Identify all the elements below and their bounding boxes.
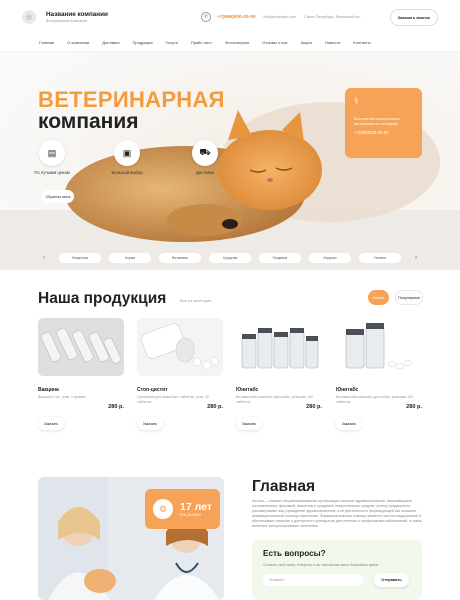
product-card[interactable]: Вакцина Вакцина 1 мл, упак. 1 флакон 280… [38, 318, 124, 430]
chevron-right-icon[interactable]: › [415, 255, 417, 261]
product-price: 280 р. [406, 404, 422, 410]
chevron-left-icon[interactable]: ‹ [43, 255, 45, 261]
header: ◎ Название компании Ветеринарная Компани… [0, 0, 460, 34]
consultation-phone[interactable]: +7(999)000-00-00 [354, 130, 413, 135]
experience-label: На рынке [180, 512, 202, 518]
order-button[interactable]: Заказать [236, 417, 262, 430]
feature-delivery: ⛟ Доставка [181, 140, 229, 175]
product-name[interactable]: Юнитабс [336, 387, 422, 393]
truck-icon: ⛟ [192, 140, 218, 166]
category-item[interactable]: Лекарства [59, 253, 101, 263]
nav-item-contacts[interactable]: Контакты [353, 40, 370, 45]
product-image[interactable] [137, 318, 223, 376]
category-item[interactable]: Пищевые [259, 253, 301, 263]
product-price: 280 р. [306, 404, 322, 410]
product-desc: Вакцина 1 мл, упак. 1 флакон [38, 395, 87, 399]
consultation-text: Бесплатная консультация ветеринара по те… [354, 117, 400, 127]
question-form: Есть вопросы? Оставьте свой номер телефо… [252, 540, 422, 600]
product-desc: Витаминный комплекс для собак, упаковка … [336, 395, 413, 404]
stethoscope-icon: ⚕ [354, 96, 359, 106]
brand: Название компании Ветеринарная Компания [46, 11, 186, 23]
experience-years: 17 лет [180, 500, 212, 513]
nav-item-products[interactable]: Продукция [132, 40, 152, 45]
product-card[interactable]: Юнитабс Витаминный комплекс для собак, у… [336, 318, 422, 430]
box-icon: ▣ [114, 140, 140, 166]
nav-item-home[interactable]: Главная [39, 40, 54, 45]
tab-new[interactable]: Новые [368, 290, 389, 305]
nav-item-price[interactable]: Прайс-лист [191, 40, 212, 45]
product-price: 280 р. [108, 404, 124, 410]
products-title: Наша продукция [38, 290, 167, 307]
products-all-link[interactable]: Все из категории [180, 298, 211, 303]
nav-item-about[interactable]: О компании [67, 40, 89, 45]
order-button[interactable]: Заказать [336, 417, 362, 430]
phone-icon: ✆ [201, 12, 211, 22]
about-text: Аптека — первая специализированная орган… [252, 499, 422, 529]
phone-input[interactable]: Телефон* [263, 574, 363, 586]
product-image[interactable] [38, 318, 124, 376]
feature-label: По лучшим ценам [34, 170, 70, 175]
category-bar: ‹ Лекарства Корма Витамины Средства Пище… [0, 249, 460, 267]
question-title: Есть вопросы? [263, 549, 326, 558]
feature-choice: ▣ Большой выбор [103, 140, 151, 175]
company-subtitle: Ветеринарная Компания [46, 19, 88, 23]
product-price: 280 р. [207, 404, 223, 410]
page: ◎ Название компании Ветеринарная Компани… [0, 0, 460, 600]
order-button[interactable]: Заказать [38, 417, 64, 430]
feature-prices: ▤ По лучшим ценам [28, 140, 76, 175]
gear-icon: ⚙ [153, 499, 173, 519]
header-address: Санкт-Петербург, Ленинский пр. [304, 15, 361, 19]
product-desc: Витаминный комплекс для собак, упаковка … [236, 395, 313, 404]
category-item[interactable]: Корма [109, 253, 151, 263]
consultation-card: ⚕ Бесплатная консультация ветеринара по … [345, 88, 422, 158]
product-desc: Суспензия для животных, таблетки, упак. … [137, 395, 210, 404]
nav-item-services[interactable]: Услуги [166, 40, 178, 45]
company-name: Название компании [46, 11, 108, 18]
order-button[interactable]: Заказать [137, 417, 163, 430]
wallet-icon: ▤ [39, 140, 65, 166]
product-image[interactable] [236, 318, 322, 376]
tab-popular[interactable]: Популярные [395, 290, 423, 305]
about-title: Главная [252, 478, 316, 495]
hero-banner: ВЕТЕРИНАРНАЯ компания ▤ По лучшим ценам … [0, 52, 460, 270]
feature-label: Доставка [196, 170, 214, 175]
header-phone[interactable]: +7(999)000-00-00 [217, 15, 256, 20]
category-item[interactable]: Игрушки [309, 253, 351, 263]
hero-title-line2: компания [38, 110, 139, 133]
feature-label: Большой выбор [111, 170, 143, 175]
nav-item-promo[interactable]: Акции [301, 40, 312, 45]
product-card[interactable]: Юнитабс Витаминный комплекс для собак, у… [236, 318, 322, 430]
product-name[interactable]: Юнитабс [236, 387, 322, 393]
product-card[interactable]: Стоп-цистит Суспензия для животных, табл… [137, 318, 223, 430]
main-nav: Главная О компании Доставка Продукция Ус… [0, 34, 460, 52]
category-item[interactable]: Средства [209, 253, 251, 263]
product-name[interactable]: Вакцина [38, 387, 124, 393]
logo-icon[interactable]: ◎ [22, 10, 36, 24]
experience-badge: ⚙ 17 лет На рынке [145, 489, 220, 529]
header-email[interactable]: info@example.com [264, 15, 297, 19]
feedback-button[interactable]: Обратная связь [42, 190, 74, 203]
category-item[interactable]: Гигиена [359, 253, 401, 263]
product-name[interactable]: Стоп-цистит [137, 387, 223, 393]
nav-item-reviews[interactable]: Отзывы о нас [262, 40, 288, 45]
nav-item-news[interactable]: Новости [325, 40, 340, 45]
nav-item-gallery[interactable]: Фотогалерея [225, 40, 249, 45]
send-button[interactable]: Отправить [374, 573, 409, 587]
nav-item-delivery[interactable]: Доставка [102, 40, 119, 45]
call-button[interactable]: Заказать звонок [389, 8, 438, 26]
category-item[interactable]: Витамины [159, 253, 201, 263]
question-subtitle: Оставьте свой номер телефона, и мы перез… [263, 563, 379, 567]
product-image[interactable] [336, 318, 422, 376]
